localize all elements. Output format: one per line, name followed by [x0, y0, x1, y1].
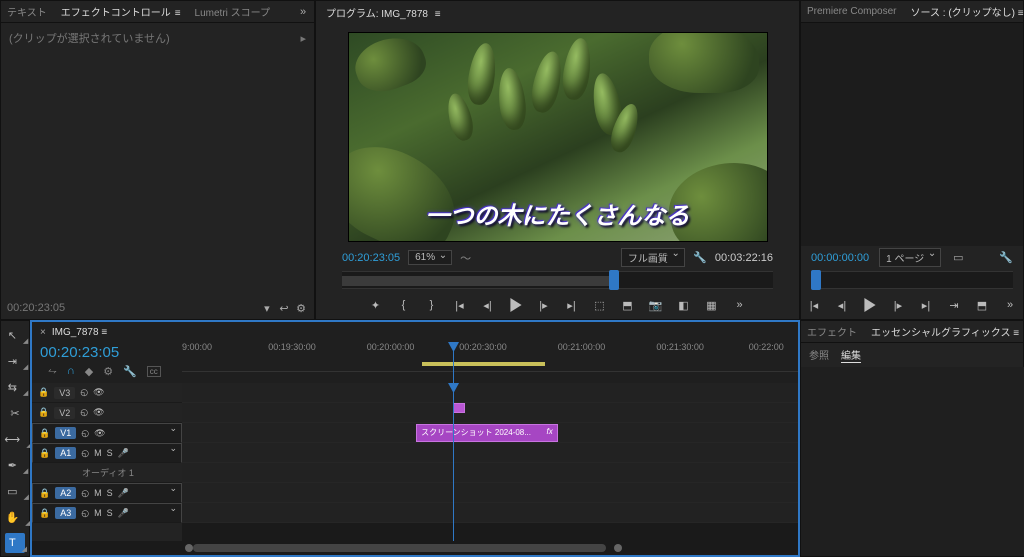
- work-area-bar[interactable]: [422, 362, 545, 366]
- mark-out-button[interactable]: }: [423, 296, 441, 314]
- time-ruler[interactable]: 9:00:00 00:19:30:00 00:20:00:00 00:20:30…: [182, 342, 798, 372]
- source-timecode[interactable]: 00:00:00:00: [811, 252, 869, 264]
- wrench-icon[interactable]: 🔧: [693, 251, 707, 265]
- zoom-select[interactable]: 61%: [408, 250, 452, 265]
- tab-source[interactable]: ソース : (クリップなし) ≡: [910, 4, 1023, 19]
- timeline-hscroll[interactable]: [32, 541, 798, 555]
- comparison-button[interactable]: ◧: [675, 296, 693, 314]
- tab-program[interactable]: プログラム: IMG_7878 ≡: [326, 5, 441, 20]
- play-button[interactable]: [507, 296, 525, 314]
- tab-effect-controls[interactable]: エフェクトコントロール≡: [61, 4, 181, 19]
- no-clip-message: (クリップが選択されていません): [9, 30, 170, 46]
- snap-icon[interactable]: ⥊: [48, 365, 57, 378]
- rectangle-tool[interactable]: ▭◢: [5, 481, 25, 501]
- fit-label: ～: [460, 250, 471, 266]
- marker-icon[interactable]: ◆: [85, 365, 93, 378]
- safe-margins-button[interactable]: ▦: [703, 296, 721, 314]
- ripple-tool[interactable]: ⇆◢: [5, 377, 25, 397]
- tab-essential-graphics[interactable]: エッセンシャルグラフィックス ≡: [871, 324, 1019, 339]
- program-timecode-right[interactable]: 00:03:22:16: [715, 252, 773, 264]
- track-header-v2[interactable]: 🔒V2◵👁: [32, 403, 182, 423]
- play-button[interactable]: [861, 296, 879, 314]
- source-scrubber[interactable]: [811, 271, 1013, 289]
- filter-icon[interactable]: ▾: [260, 301, 274, 315]
- track-select-tool[interactable]: ⇥◢: [5, 351, 25, 371]
- mark-in-button[interactable]: {: [395, 296, 413, 314]
- timeline-timecode[interactable]: 00:20:23:05: [40, 344, 174, 361]
- video-caption: 一つの木にたくさんなる: [426, 196, 690, 231]
- wrap-icon[interactable]: ↩: [277, 301, 291, 315]
- go-in-button[interactable]: |◂: [451, 296, 469, 314]
- program-viewer[interactable]: 一つの木にたくさんなる: [348, 32, 768, 242]
- track-header-a3[interactable]: 🔒A3◵MS🎤: [32, 503, 182, 523]
- overwrite-button[interactable]: ⬒: [973, 296, 991, 314]
- subtab-browse[interactable]: 参照: [809, 347, 829, 363]
- sequence-tab[interactable]: IMG_7878 ≡: [52, 327, 107, 338]
- clip-v2[interactable]: [453, 403, 465, 413]
- pen-tool[interactable]: ✒◢: [5, 455, 25, 475]
- program-transport: ✦ { } |◂ ◂| |▸ ▸| ⬚ ⬒ 📷 ◧ ▦ »: [316, 291, 799, 319]
- step-back-button[interactable]: ◂|: [833, 296, 851, 314]
- effect-controls-panel: テキスト エフェクトコントロール≡ Lumetri スコープ » (クリップが選…: [0, 0, 315, 320]
- add-marker-button[interactable]: ✦: [367, 296, 385, 314]
- go-in-button[interactable]: |◂: [805, 296, 823, 314]
- quality-select[interactable]: フル画質: [621, 248, 685, 267]
- hand-tool[interactable]: ✋◢: [5, 507, 25, 527]
- extract-button[interactable]: ⬒: [619, 296, 637, 314]
- go-out-button[interactable]: ▸|: [917, 296, 935, 314]
- wrench-icon[interactable]: 🔧: [999, 251, 1013, 265]
- subtab-edit[interactable]: 編集: [841, 347, 861, 363]
- program-scrubber[interactable]: [342, 271, 773, 289]
- essential-graphics-panel: エフェクト エッセンシャルグラフィックス ≡ エッセ » 参照 編集 📁 S S: [800, 320, 1024, 557]
- track-headers: 🔒V3◵👁 🔒V2◵👁 🔒V1◵👁 🔒A1◵MS🎤 オーディオ 1 🔒A2◵MS…: [32, 383, 182, 541]
- footer-timecode: 00:20:23:05: [7, 302, 65, 314]
- cc-icon[interactable]: cc: [147, 366, 161, 377]
- lift-button[interactable]: ⬚: [591, 296, 609, 314]
- linked-sel-icon[interactable]: ∩: [67, 365, 75, 377]
- source-monitor: Premiere Composer ソース : (クリップなし) ≡ » 00:…: [800, 0, 1024, 320]
- export-frame-button[interactable]: 📷: [647, 296, 665, 314]
- program-timecode-left[interactable]: 00:20:23:05: [342, 252, 400, 264]
- settings-icon[interactable]: ⚙: [103, 365, 113, 378]
- razor-tool[interactable]: ✂: [5, 403, 25, 423]
- track-header-a1[interactable]: 🔒A1◵MS🎤: [32, 443, 182, 463]
- source-transport: |◂ ◂| |▸ ▸| ⇥ ⬒ »: [801, 291, 1023, 319]
- settings-icon[interactable]: ⚙: [294, 301, 308, 315]
- track-header-v1[interactable]: 🔒V1◵👁: [32, 423, 182, 443]
- insert-button[interactable]: ⇥: [945, 296, 963, 314]
- type-tool[interactable]: T◢: [5, 533, 25, 553]
- effect-controls-tabs: テキスト エフェクトコントロール≡ Lumetri スコープ »: [1, 1, 314, 23]
- program-monitor: プログラム: IMG_7878 ≡ 一つの木にたくさんなる 00:20:23:0…: [315, 0, 800, 320]
- tool-strip: ↖◢ ⇥◢ ⇆◢ ✂ ⟷◢ ✒◢ ▭◢ ✋◢ T◢: [0, 320, 30, 557]
- audio-track-label: オーディオ 1: [32, 463, 182, 483]
- wrench-icon[interactable]: 🔧: [123, 365, 137, 378]
- transport-more-button[interactable]: »: [1001, 296, 1019, 314]
- page-select[interactable]: 1 ページ: [879, 248, 941, 267]
- source-viewer[interactable]: [801, 23, 1023, 246]
- clip-v1[interactable]: スクリーンショット 2024-08...fx: [416, 424, 558, 442]
- tab-lumetri-scopes[interactable]: Lumetri スコープ: [195, 4, 271, 19]
- slip-tool[interactable]: ⟷◢: [5, 429, 25, 449]
- selection-tool[interactable]: ↖◢: [5, 325, 25, 345]
- track-lanes[interactable]: スクリーンショット 2024-08...fx: [182, 383, 798, 541]
- step-fwd-button[interactable]: |▸: [535, 296, 553, 314]
- tab-effects[interactable]: エフェクト: [807, 324, 857, 339]
- go-out-button[interactable]: ▸|: [563, 296, 581, 314]
- tab-premiere-composer[interactable]: Premiere Composer: [807, 6, 896, 17]
- tab-text[interactable]: テキスト: [7, 4, 47, 19]
- eg-body[interactable]: 📁: [801, 367, 1024, 556]
- track-header-a2[interactable]: 🔒A2◵MS🎤: [32, 483, 182, 503]
- panel-overflow-icon[interactable]: »: [298, 5, 308, 19]
- chevron-right-icon[interactable]: ▸: [300, 32, 306, 45]
- source-view-icon[interactable]: ▭: [951, 251, 965, 265]
- step-fwd-button[interactable]: |▸: [889, 296, 907, 314]
- timeline-panel: × IMG_7878 ≡ 00:20:23:05 ⥊ ∩ ◆ ⚙ 🔧 cc: [30, 320, 800, 557]
- playhead[interactable]: [453, 342, 454, 383]
- track-header-v3[interactable]: 🔒V3◵👁: [32, 383, 182, 403]
- transport-more-button[interactable]: »: [731, 296, 749, 314]
- close-sequence-icon[interactable]: ×: [40, 327, 46, 338]
- step-back-button[interactable]: ◂|: [479, 296, 497, 314]
